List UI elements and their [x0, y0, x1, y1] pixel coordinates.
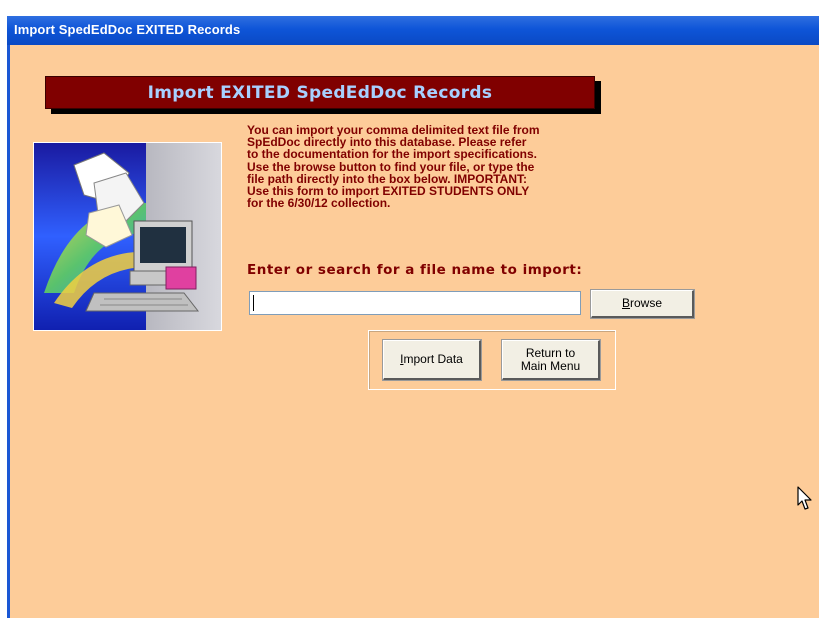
- computer-documents-illustration-icon: [33, 142, 222, 331]
- return-label: Return to Main Menu: [520, 345, 581, 373]
- return-to-main-menu-button[interactable]: Return to Main Menu: [502, 340, 600, 380]
- file-name-prompt: Enter or search for a file name to impor…: [247, 262, 583, 278]
- text-caret: [253, 295, 254, 311]
- title-bar[interactable]: Import SpedEdDoc EXITED Records: [7, 16, 819, 45]
- banner-title: Import EXITED SpedEdDoc Records: [147, 83, 493, 103]
- browse-label: Browse: [621, 296, 663, 310]
- window-left-border: [7, 45, 10, 618]
- form-banner: Import EXITED SpedEdDoc Records: [45, 76, 595, 109]
- browse-button[interactable]: Browse: [591, 290, 694, 318]
- import-instructions: You can import your comma delimited text…: [247, 123, 540, 211]
- import-data-button[interactable]: Import Data: [383, 340, 481, 380]
- window-title: Import SpedEdDoc EXITED Records: [14, 22, 241, 37]
- import-data-label: Import Data: [400, 352, 463, 366]
- import-form-window: Import SpedEdDoc EXITED Records Import E…: [7, 16, 819, 618]
- file-path-input[interactable]: [249, 291, 581, 315]
- mouse-pointer-icon: [797, 486, 812, 510]
